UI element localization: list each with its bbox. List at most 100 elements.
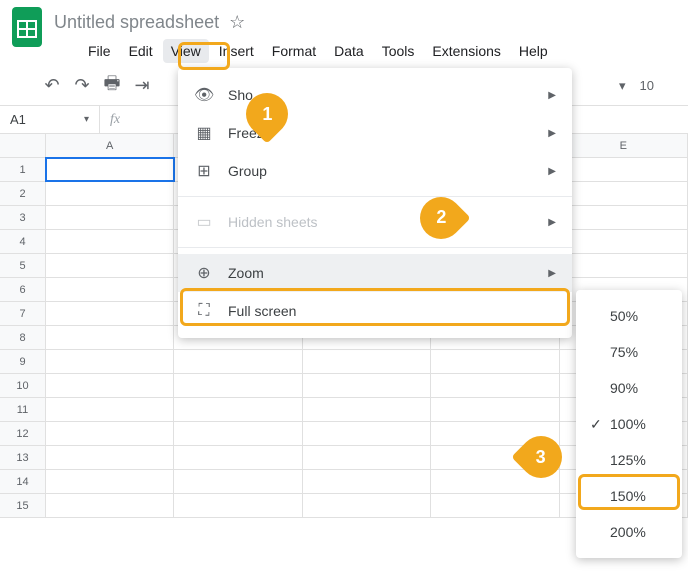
view-menu-item[interactable]: ▦Freez▶ [178, 114, 572, 152]
cell[interactable] [46, 350, 174, 373]
view-menu-item[interactable]: ⊕Zoom▶ [178, 254, 572, 292]
cell[interactable] [46, 206, 174, 229]
row-header[interactable]: 9 [0, 350, 46, 373]
font-size-input[interactable]: 10 [632, 76, 662, 95]
cell[interactable] [46, 470, 174, 493]
row-header[interactable]: 3 [0, 206, 46, 229]
doc-title[interactable]: Untitled spreadsheet [54, 12, 219, 33]
cell[interactable] [46, 182, 174, 205]
menu-edit[interactable]: Edit [121, 39, 161, 63]
row-header[interactable]: 6 [0, 278, 46, 301]
full-screen-icon: ⛶ [194, 302, 214, 320]
cell[interactable] [303, 470, 431, 493]
cell[interactable] [174, 350, 302, 373]
cell[interactable] [46, 494, 174, 517]
print-icon[interactable]: 🖶 [102, 71, 122, 101]
cell[interactable] [560, 230, 688, 253]
cell[interactable] [46, 422, 174, 445]
row-header[interactable]: 1 [0, 158, 46, 181]
cell[interactable] [174, 446, 302, 469]
zoom-icon: ⊕ [194, 263, 214, 283]
cell[interactable] [174, 398, 302, 421]
zoom-option-label: 100% [610, 416, 646, 432]
cell[interactable] [174, 470, 302, 493]
zoom-option-label: 125% [610, 452, 646, 468]
row-header[interactable]: 12 [0, 422, 46, 445]
menu-extensions[interactable]: Extensions [424, 39, 508, 63]
row-header[interactable]: 15 [0, 494, 46, 517]
sheets-logo-icon[interactable] [12, 7, 42, 54]
cell[interactable] [303, 350, 431, 373]
menu-item-label: Group [228, 163, 267, 179]
cell[interactable] [560, 158, 688, 181]
view-menu-item[interactable]: 👁Sho▶ [178, 76, 572, 114]
view-menu-item: ▭Hidden sheets▶ [178, 203, 572, 241]
cell[interactable] [431, 494, 559, 517]
row-header[interactable]: 4 [0, 230, 46, 253]
hidden-sheets-icon: ▭ [194, 212, 214, 232]
menu-separator [178, 196, 572, 197]
menu-view[interactable]: View [163, 39, 209, 63]
cell[interactable] [560, 182, 688, 205]
cell[interactable] [303, 398, 431, 421]
cell[interactable] [46, 230, 174, 253]
cell[interactable] [560, 254, 688, 277]
select-all-corner[interactable] [0, 134, 46, 157]
name-box[interactable]: A1 ▾ [0, 106, 100, 133]
zoom-option[interactable]: ✓100% [576, 406, 682, 442]
cell[interactable] [46, 158, 174, 181]
view-menu-item[interactable]: ⛶Full screen [178, 292, 572, 330]
cell[interactable] [431, 374, 559, 397]
cell[interactable] [303, 422, 431, 445]
zoom-option[interactable]: 150% [576, 478, 682, 514]
row-header[interactable]: 11 [0, 398, 46, 421]
zoom-option[interactable]: 90% [576, 370, 682, 406]
menu-file[interactable]: File [80, 39, 119, 63]
cell[interactable] [174, 494, 302, 517]
cell[interactable] [174, 374, 302, 397]
menu-help[interactable]: Help [511, 39, 556, 63]
zoom-option[interactable]: 200% [576, 514, 682, 550]
zoom-option[interactable]: 75% [576, 334, 682, 370]
cell[interactable] [46, 446, 174, 469]
submenu-arrow-icon: ▶ [548, 90, 556, 101]
menu-tools[interactable]: Tools [374, 39, 423, 63]
cell[interactable] [46, 398, 174, 421]
zoom-option[interactable]: 50% [576, 298, 682, 334]
cell[interactable] [46, 278, 174, 301]
cell[interactable] [174, 422, 302, 445]
row-header[interactable]: 14 [0, 470, 46, 493]
row-header[interactable]: 7 [0, 302, 46, 325]
menu-data[interactable]: Data [326, 39, 372, 63]
paint-format-icon[interactable]: ⇥ [132, 75, 152, 96]
cell[interactable] [303, 494, 431, 517]
column-header[interactable]: E [560, 134, 688, 157]
row-header[interactable]: 13 [0, 446, 46, 469]
zoom-option[interactable]: 125% [576, 442, 682, 478]
cell[interactable] [303, 374, 431, 397]
cell[interactable] [46, 254, 174, 277]
group-icon: ⊞ [194, 161, 214, 181]
cell[interactable] [46, 326, 174, 349]
cell[interactable] [303, 446, 431, 469]
toolbar-more-dropdown-icon[interactable]: ▾ [619, 78, 626, 94]
column-header[interactable]: A [46, 134, 174, 157]
cell[interactable] [431, 350, 559, 373]
cell[interactable] [46, 302, 174, 325]
view-menu-item[interactable]: ⊞ Group ▶ [178, 152, 572, 190]
row-header[interactable]: 5 [0, 254, 46, 277]
row-header[interactable]: 2 [0, 182, 46, 205]
row-header[interactable]: 10 [0, 374, 46, 397]
menu-insert[interactable]: Insert [211, 39, 262, 63]
star-icon[interactable]: ☆ [229, 12, 245, 33]
submenu-arrow-icon: ▶ [548, 166, 556, 177]
cell[interactable] [46, 374, 174, 397]
name-box-dropdown-icon[interactable]: ▾ [84, 114, 89, 125]
cell[interactable] [560, 206, 688, 229]
redo-icon[interactable]: ↷ [72, 75, 92, 96]
row-header[interactable]: 8 [0, 326, 46, 349]
menu-bar: File Edit View Insert Format Data Tools … [0, 36, 688, 66]
menu-format[interactable]: Format [264, 39, 324, 63]
undo-icon[interactable]: ↶ [42, 75, 62, 96]
cell[interactable] [431, 398, 559, 421]
